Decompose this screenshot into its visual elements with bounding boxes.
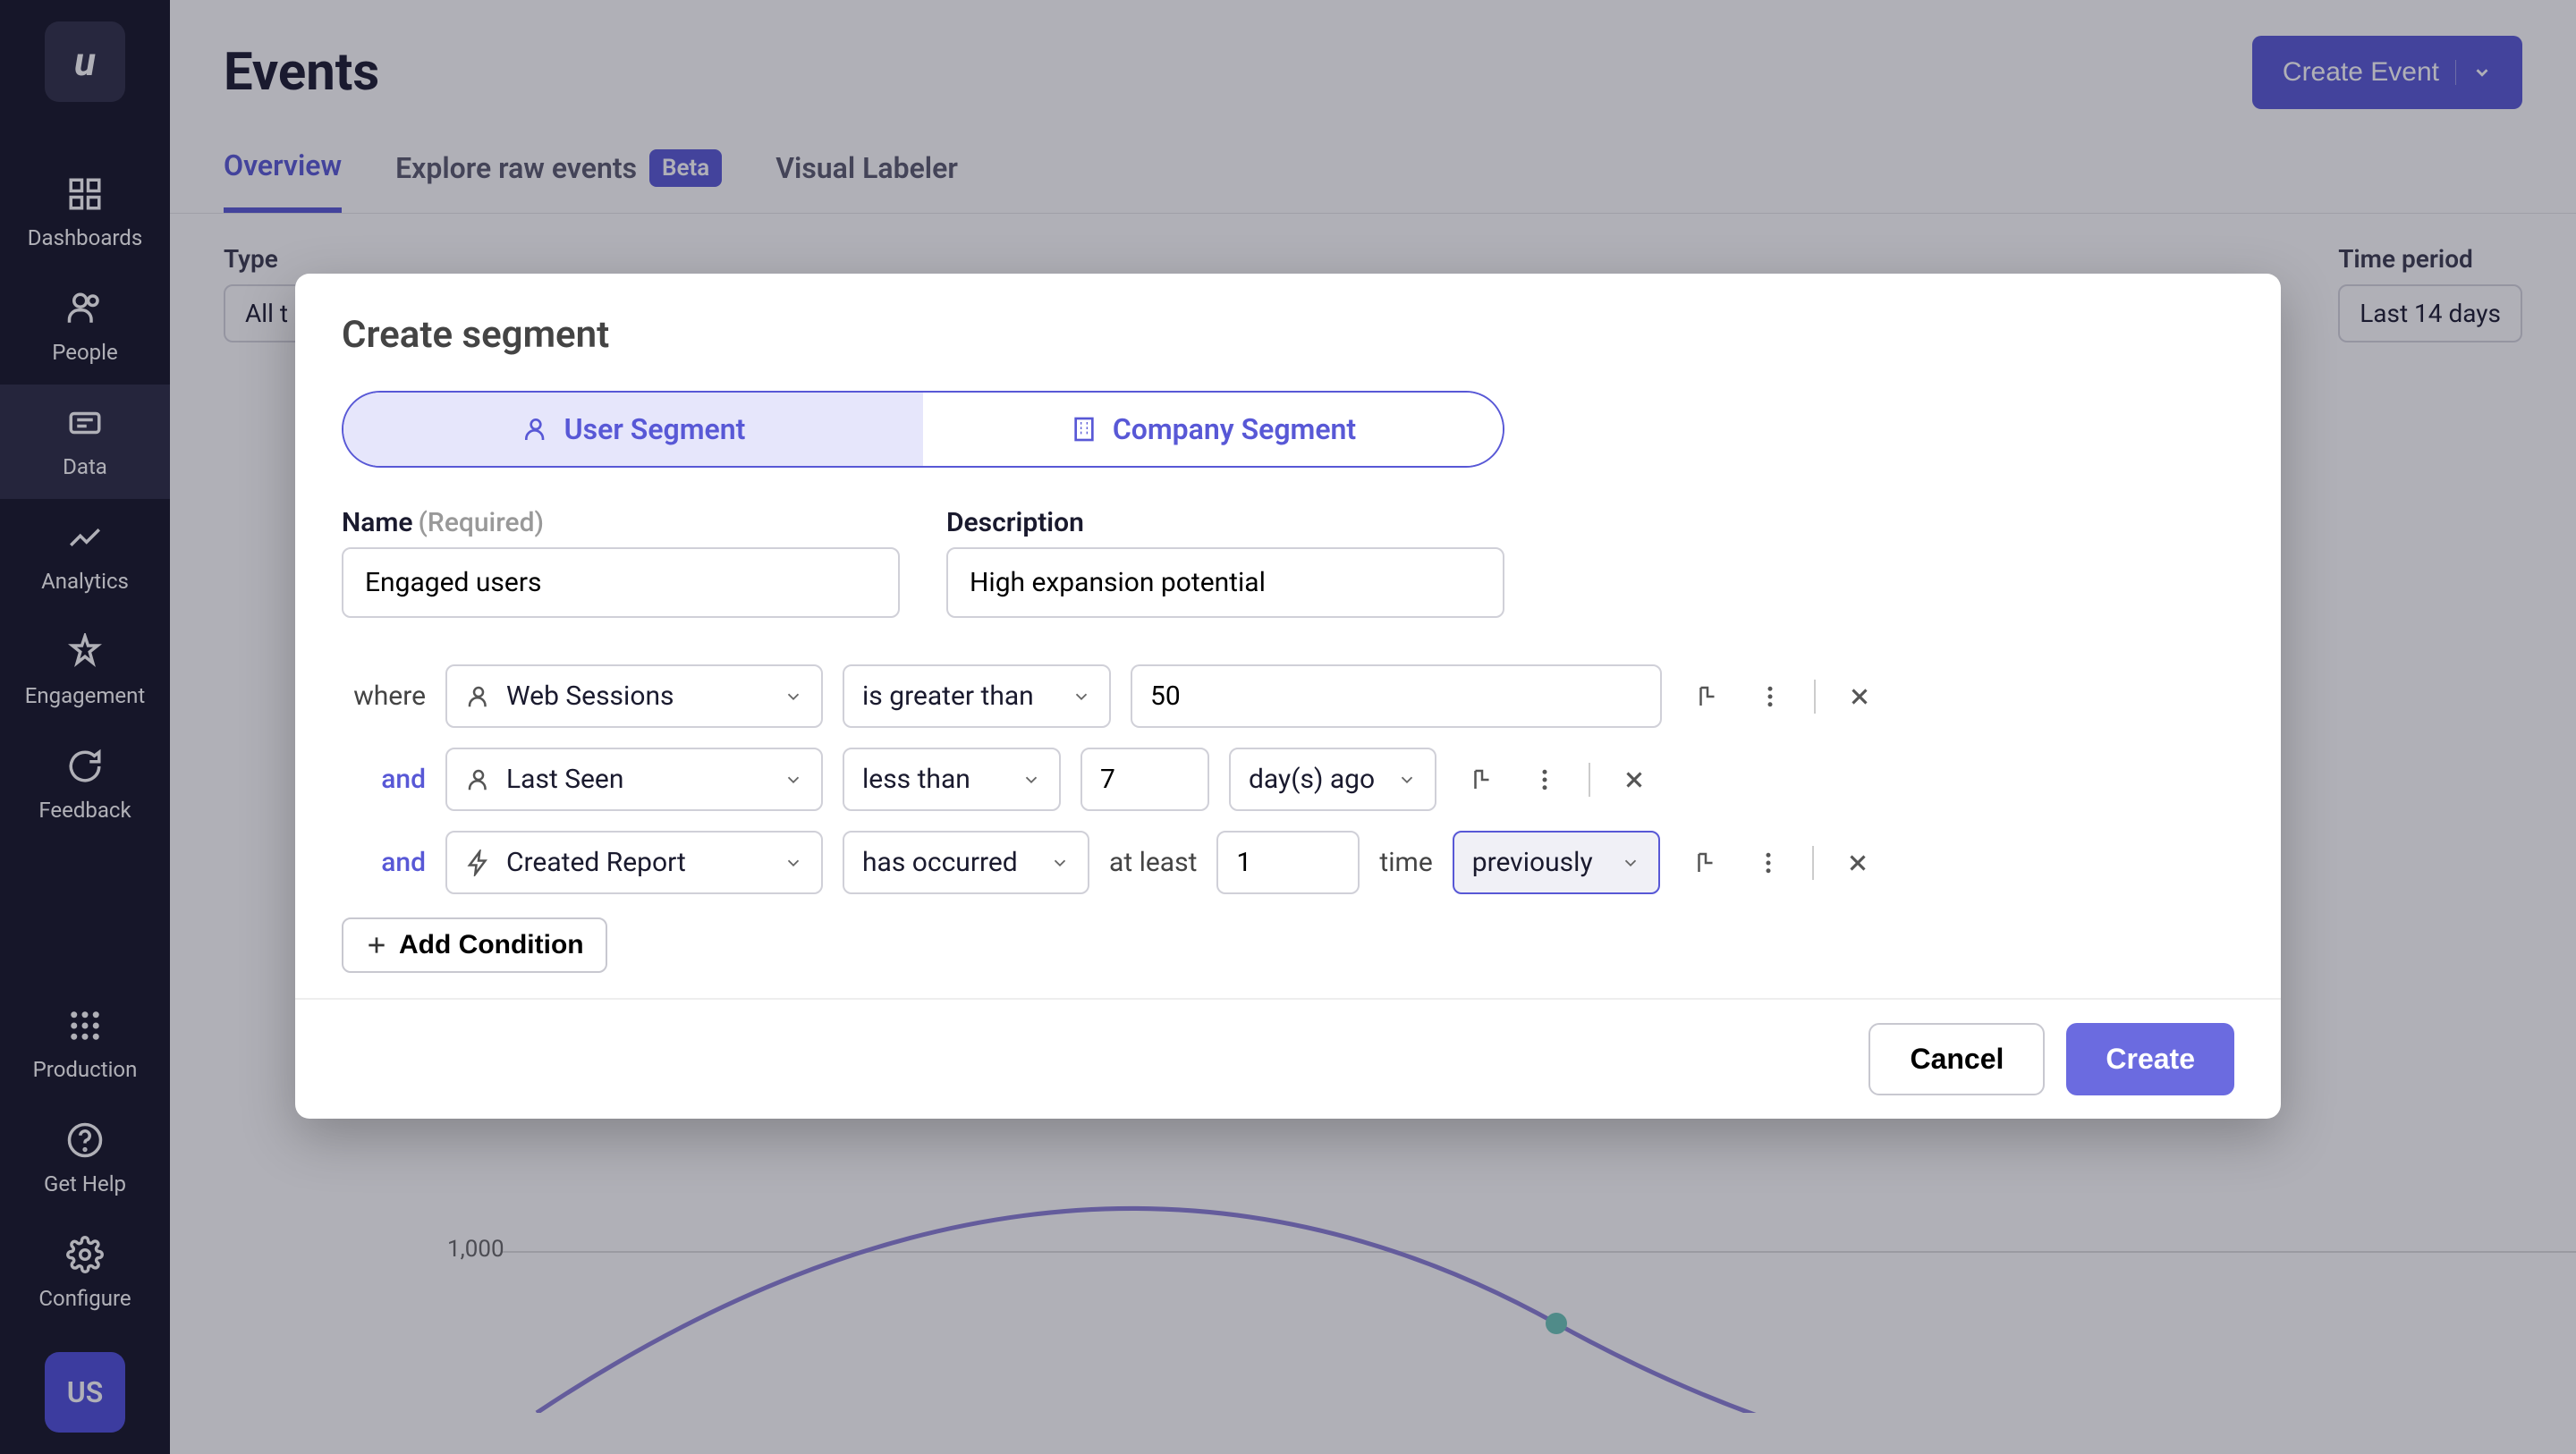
modal-title: Create segment bbox=[342, 313, 2234, 357]
close-icon[interactable] bbox=[1615, 761, 1653, 799]
condition-text: at least bbox=[1109, 847, 1197, 878]
description-field-group: Description bbox=[946, 507, 1504, 618]
condition-field-select[interactable]: Web Sessions bbox=[445, 664, 823, 728]
branch-icon[interactable] bbox=[1687, 844, 1724, 882]
modal-footer: Cancel Create bbox=[295, 998, 2281, 1119]
button-label: Add Condition bbox=[399, 930, 584, 960]
select-value: previously bbox=[1472, 847, 1593, 878]
separator bbox=[1814, 680, 1816, 714]
condition-operator-select[interactable]: is greater than bbox=[843, 664, 1111, 728]
chevron-down-icon bbox=[784, 687, 803, 706]
condition-field-select[interactable]: Created Report bbox=[445, 831, 823, 894]
user-segment-button[interactable]: User Segment bbox=[343, 393, 923, 466]
condition-prefix-and[interactable]: and bbox=[342, 847, 426, 878]
condition-prefix-and[interactable]: and bbox=[342, 764, 426, 795]
select-value: Created Report bbox=[506, 847, 686, 878]
description-input[interactable] bbox=[946, 547, 1504, 618]
condition-row: and Created Report has occurred at least bbox=[342, 831, 2234, 894]
segment-type-toggle: User Segment Company Segment bbox=[342, 391, 1504, 468]
select-value: less than bbox=[862, 764, 970, 795]
more-icon[interactable] bbox=[1526, 761, 1563, 799]
user-icon bbox=[465, 683, 492, 710]
condition-value-input[interactable] bbox=[1131, 664, 1662, 728]
close-icon[interactable] bbox=[1841, 678, 1878, 715]
condition-value-input[interactable] bbox=[1216, 831, 1360, 894]
add-condition-button[interactable]: Add Condition bbox=[342, 917, 607, 973]
condition-previously-select[interactable]: previously bbox=[1453, 831, 1660, 894]
company-segment-button[interactable]: Company Segment bbox=[923, 393, 1503, 466]
condition-timeunit-select[interactable]: day(s) ago bbox=[1229, 748, 1436, 811]
name-input[interactable] bbox=[342, 547, 900, 618]
condition-text: time bbox=[1379, 847, 1432, 878]
more-icon[interactable] bbox=[1751, 678, 1789, 715]
condition-prefix: where bbox=[342, 681, 426, 712]
chevron-down-icon bbox=[784, 853, 803, 873]
chevron-down-icon bbox=[1050, 853, 1070, 873]
select-value: Web Sessions bbox=[506, 681, 674, 712]
condition-row: and Last Seen less than day(s bbox=[342, 748, 2234, 811]
select-value: day(s) ago bbox=[1249, 764, 1375, 795]
condition-row: where Web Sessions is greater than bbox=[342, 664, 2234, 728]
building-icon bbox=[1070, 415, 1098, 444]
more-icon[interactable] bbox=[1750, 844, 1787, 882]
separator bbox=[1812, 846, 1814, 880]
user-icon bbox=[521, 415, 550, 444]
branch-icon[interactable] bbox=[1689, 678, 1726, 715]
chevron-down-icon bbox=[1397, 770, 1417, 790]
condition-operator-select[interactable]: less than bbox=[843, 748, 1061, 811]
condition-field-select[interactable]: Last Seen bbox=[445, 748, 823, 811]
select-value: is greater than bbox=[862, 681, 1034, 712]
condition-operator-select[interactable]: has occurred bbox=[843, 831, 1089, 894]
create-button[interactable]: Create bbox=[2066, 1023, 2234, 1095]
condition-value-input[interactable] bbox=[1080, 748, 1209, 811]
select-value: has occurred bbox=[862, 847, 1018, 878]
bolt-icon bbox=[465, 850, 492, 876]
modal-overlay[interactable]: Create segment User Segment Company Segm… bbox=[0, 0, 2576, 1454]
cancel-button[interactable]: Cancel bbox=[1868, 1023, 2045, 1095]
name-label: Name(Required) bbox=[342, 507, 900, 538]
chevron-down-icon bbox=[1621, 853, 1640, 873]
conditions-list: where Web Sessions is greater than bbox=[342, 664, 2234, 973]
branch-icon[interactable] bbox=[1463, 761, 1501, 799]
chevron-down-icon bbox=[784, 770, 803, 790]
plus-icon bbox=[365, 934, 388, 957]
segment-label: User Segment bbox=[564, 412, 746, 446]
close-icon[interactable] bbox=[1839, 844, 1877, 882]
select-value: Last Seen bbox=[506, 764, 623, 795]
create-segment-modal: Create segment User Segment Company Segm… bbox=[295, 274, 2281, 1119]
name-field-group: Name(Required) bbox=[342, 507, 900, 618]
chevron-down-icon bbox=[1021, 770, 1041, 790]
separator bbox=[1589, 763, 1590, 797]
description-label: Description bbox=[946, 507, 1504, 538]
user-icon bbox=[465, 766, 492, 793]
chevron-down-icon bbox=[1072, 687, 1091, 706]
segment-label: Company Segment bbox=[1113, 412, 1356, 446]
